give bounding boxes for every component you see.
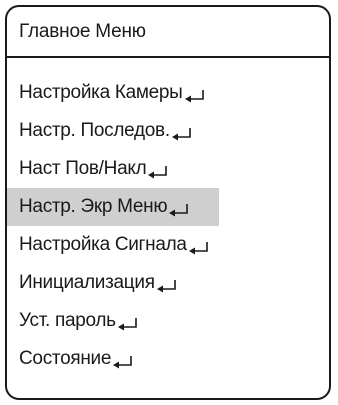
osd-main-menu: Главное Меню Настройка Камеры Настр. Пос…: [5, 5, 331, 400]
menu-title: Главное Меню: [7, 7, 329, 58]
enter-icon: [188, 241, 210, 255]
menu-item-label: Настр. Последов.: [19, 120, 170, 141]
menu-item-status[interactable]: Состояние: [7, 340, 329, 378]
menu-item-set-password[interactable]: Уст. пароль: [7, 302, 329, 340]
enter-icon: [147, 165, 169, 179]
menu-item-label: Настройка Сигнала: [19, 234, 187, 255]
menu-item-label: Настр. Экр Меню: [19, 196, 168, 217]
menu-item-camera-setup[interactable]: Настройка Камеры: [7, 74, 329, 112]
menu-item-initialization[interactable]: Инициализация: [7, 264, 329, 302]
menu-item-screen-menu-setup[interactable]: Настр. Экр Меню: [7, 188, 219, 226]
enter-icon: [112, 355, 134, 369]
enter-icon: [168, 203, 190, 217]
menu-item-alarm-setup[interactable]: Настройка Сигнала: [7, 226, 329, 264]
menu-item-label: Настройка Камеры: [19, 82, 183, 103]
menu-item-sequence-setup[interactable]: Настр. Последов.: [7, 112, 329, 150]
menu-item-label: Состояние: [19, 348, 112, 369]
enter-icon: [117, 317, 139, 331]
enter-icon: [156, 279, 178, 293]
menu-list: Настройка Камеры Настр. Последов. Наст П…: [7, 58, 329, 378]
menu-item-label: Уст. пароль: [19, 310, 116, 331]
enter-icon: [184, 89, 206, 103]
menu-item-label: Инициализация: [19, 272, 155, 293]
menu-item-pan-tilt-setup[interactable]: Наст Пов/Накл: [7, 150, 329, 188]
enter-icon: [171, 127, 193, 141]
menu-item-label: Наст Пов/Накл: [19, 158, 147, 179]
